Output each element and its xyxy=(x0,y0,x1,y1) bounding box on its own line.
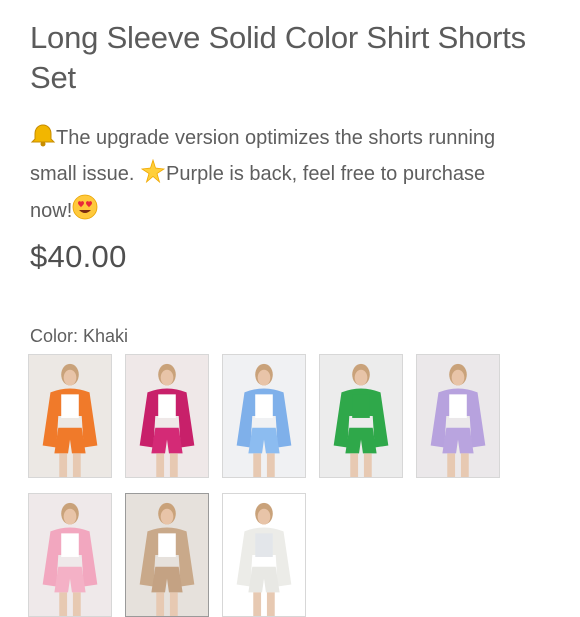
white-swatch[interactable] xyxy=(222,493,306,617)
rose-swatch-image xyxy=(126,355,208,477)
product-title: Long Sleeve Solid Color Shirt Shorts Set xyxy=(30,20,526,95)
rose-swatch[interactable] xyxy=(125,354,209,478)
sparkle-icon xyxy=(140,158,166,194)
green-swatch-image xyxy=(320,355,402,477)
khaki-swatch-image xyxy=(126,494,208,616)
light-blue-swatch-image xyxy=(223,355,305,477)
description-line2b: Purple is back, feel free to purchase xyxy=(166,163,486,185)
color-label: Color: xyxy=(30,326,79,346)
green-swatch[interactable] xyxy=(319,354,403,478)
color-selector-label: Color: Khaki xyxy=(30,324,128,348)
orange-swatch[interactable] xyxy=(28,354,112,478)
pink-swatch[interactable] xyxy=(28,493,112,617)
product-price: $40.00 xyxy=(30,239,127,274)
product-description: The upgrade version optimizes the shorts… xyxy=(30,122,565,231)
product-page: Long Sleeve Solid Color Shirt Shorts Set… xyxy=(0,0,580,617)
light-blue-swatch[interactable] xyxy=(222,354,306,478)
white-swatch-image xyxy=(223,494,305,616)
description-line3: now! xyxy=(30,200,73,222)
pink-swatch-image xyxy=(29,494,111,616)
description-line2a: small issue. xyxy=(30,163,141,185)
selected-color-value: Khaki xyxy=(83,326,129,346)
bell-icon xyxy=(30,123,56,158)
khaki-swatch[interactable] xyxy=(125,493,209,617)
description-line1: The upgrade version optimizes the shorts… xyxy=(56,127,496,149)
purple-swatch-image xyxy=(417,355,499,477)
purple-swatch[interactable] xyxy=(416,354,500,478)
color-swatch-grid xyxy=(28,354,568,617)
heart-eyes-icon xyxy=(72,194,98,231)
orange-swatch-image xyxy=(29,355,111,477)
